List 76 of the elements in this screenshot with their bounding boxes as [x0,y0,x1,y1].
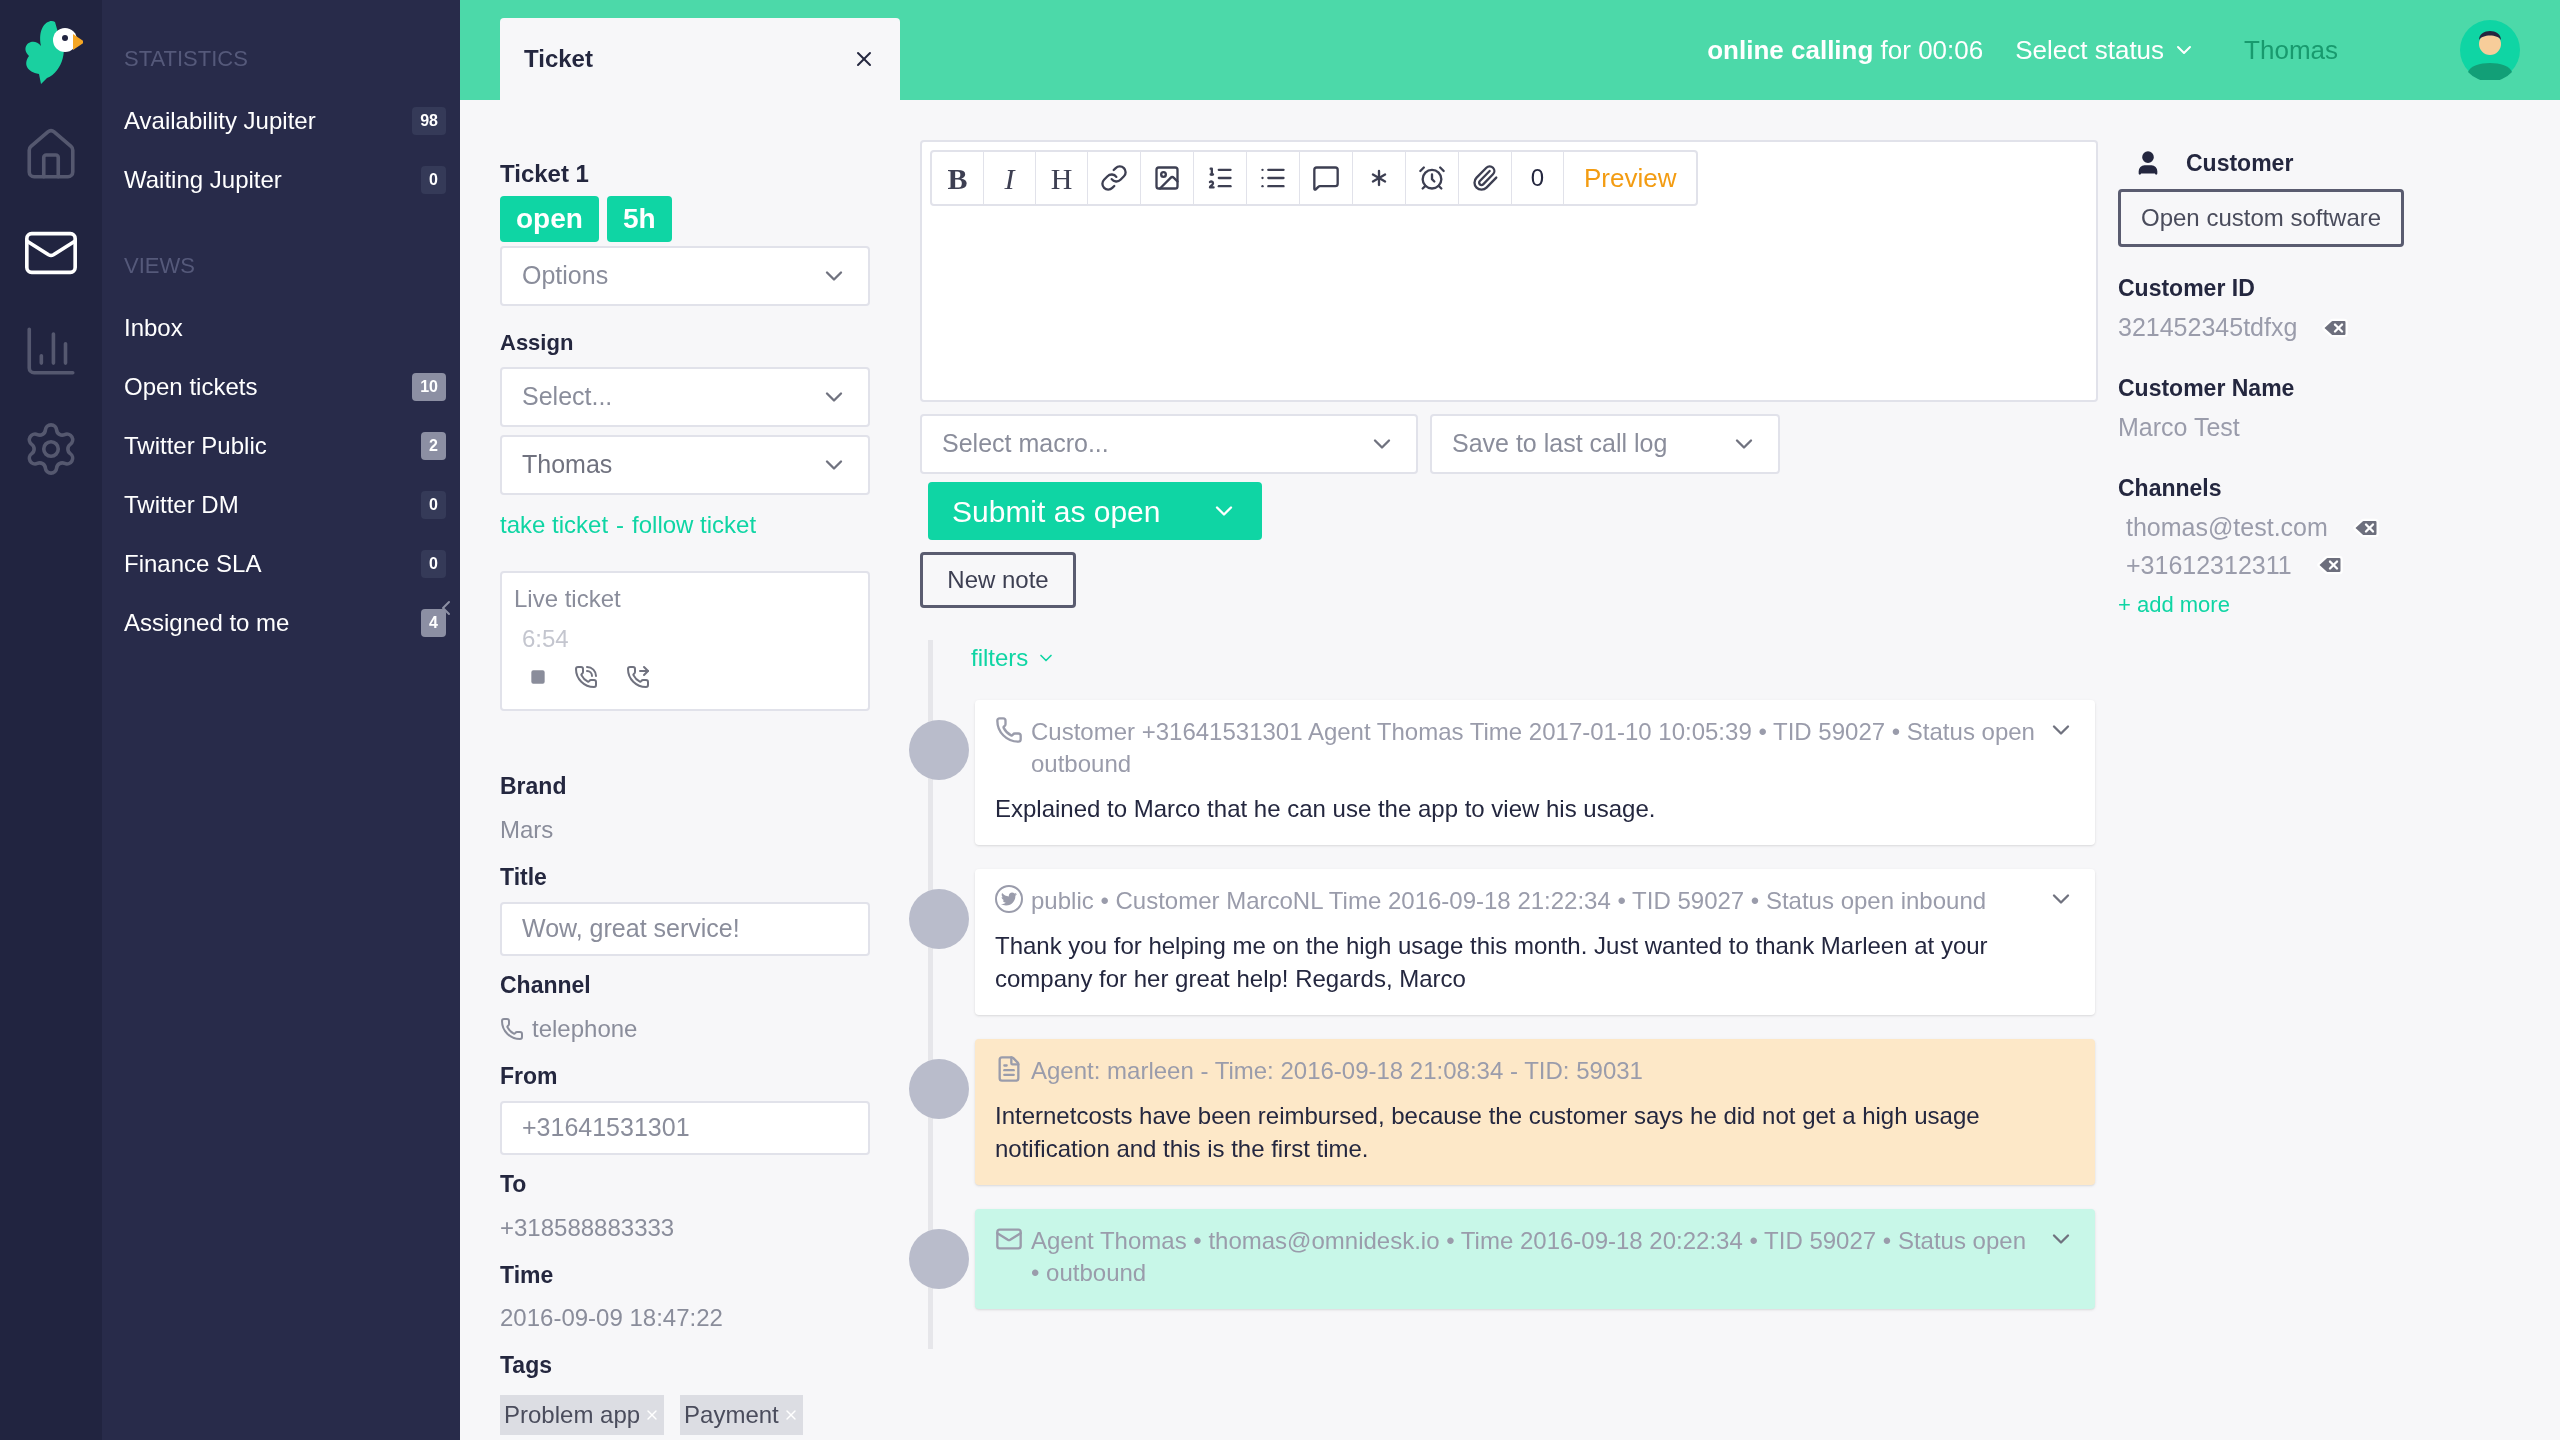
new-note-button[interactable]: New note [920,552,1076,608]
message-meta: Agent: marleen - Time: 2016-09-18 21:08:34 - TID: 59031 [1031,1056,1644,1086]
heading-button[interactable]: H [1036,152,1088,204]
count-badge: 98 [412,106,446,135]
avatar [909,1059,969,1119]
call-status: online calling for 00:06 [1707,33,1984,67]
field-value: 2016-09-09 18:47:22 [500,1303,724,1333]
tag-chip: Payment [680,1394,803,1435]
editor-area[interactable]: B I H 0 Preview [920,140,2098,402]
avatar [909,720,969,780]
nav-item[interactable]: Twitter DM 0 [124,475,446,534]
field-label: Channels [2118,473,2223,503]
nav-item[interactable]: Availability Jupiter 98 [124,91,446,150]
count-badge: 4 [421,608,446,637]
count-badge: 0 [421,490,446,519]
phone-icon[interactable] [574,665,598,689]
bold-button[interactable]: B [932,152,984,204]
link-icon [1100,164,1128,192]
phone-icon [500,1016,524,1041]
nav-item[interactable]: Inbox [124,298,446,357]
field-label: Assign [500,329,575,357]
message-meta: Agent Thomas • thomas@omnidesk.io • Time 2016-09-18 20:22:34 • TID 59027 • Status open • outbound [1031,1226,2027,1288]
assign-select[interactable]: Thomas [500,435,870,495]
phone-icon [995,716,1023,744]
panel-title: Live ticket [514,584,622,614]
field-label: Time [500,1260,555,1290]
status-badge: 5h [606,196,672,242]
count-badge: 2 [421,431,446,460]
nav-item[interactable]: Assigned to me 4 [124,593,446,652]
avatar [909,1229,969,1289]
nav-item[interactable]: Finance SLA 0 [124,534,446,593]
paperclip-icon [1471,164,1499,192]
field-value: Mars [500,814,555,845]
phone-icon[interactable] [626,665,650,689]
message-body: Internetcosts have been reimbursed, because the customer says he did not get a high usage notification and this is the first time. [995,1101,1981,1164]
field-label: Customer ID [2118,273,2256,303]
call-timer: 6:54 [522,624,570,654]
ticket-title: Ticket 1 [500,159,590,189]
field-label: From [500,1061,559,1091]
field-label: To [500,1170,528,1199]
panel-heading: Customer [2186,149,2294,178]
field-label: Customer Name [2118,373,2296,403]
nav-item[interactable]: Open tickets 10 [124,357,446,416]
ticket-tab[interactable]: Ticket [500,18,900,100]
bird-icon [995,885,1023,913]
field-label: Tags [500,1351,553,1380]
field-label: Channel [500,971,592,1000]
speech-bubble-icon [1312,164,1340,192]
count-badge: 0 [421,165,446,194]
avatar [909,889,969,949]
message-meta: Customer +31641531301 Agent Thomas Time 2017-01-10 10:05:39 • TID 59027 • Status open outbound [1031,717,2036,779]
nav-item[interactable]: Twitter Public 2 [124,416,446,475]
status-badge: open [500,196,599,242]
field-value: thomas@test.com [2126,512,2328,543]
nav-item[interactable]: Waiting Jupiter 0 [124,150,446,209]
tag-chip: Problem app [500,1394,665,1435]
italic-button[interactable]: I [984,152,1036,204]
field-value: +31612312311 [2126,549,2292,581]
stop-icon[interactable] [530,669,546,685]
link-separator: - [616,510,625,540]
field-value: 321452345tdfxg [2118,312,2298,343]
attachment-count: 0 [1512,152,1564,204]
count-badge: 10 [412,372,446,401]
image-icon [1153,164,1181,192]
user-avatar[interactable] [2460,20,2520,80]
message-body: Explained to Marco that he can use the app to view his usage. [995,794,1657,824]
message-body: Thank you for helping me on the high usage this month. Just wanted to thank Marleen at your company for her great help! Regards, Marco [995,931,1989,994]
message-meta: public • Customer MarcoNL Time 2016-09-18 21:22:34 • TID 59027 • Status open inbound [1031,886,1988,916]
field-value: Marco Test [2118,412,2240,443]
field-value: +318588883333 [500,1212,676,1243]
count-badge: 0 [421,549,446,578]
field-label: Brand [500,772,568,801]
field-value: telephone [532,1013,638,1044]
open-software-button[interactable]: Open custom software [2118,188,2405,247]
field-label: Title [500,862,548,892]
alarm-clock-icon [1418,164,1446,192]
